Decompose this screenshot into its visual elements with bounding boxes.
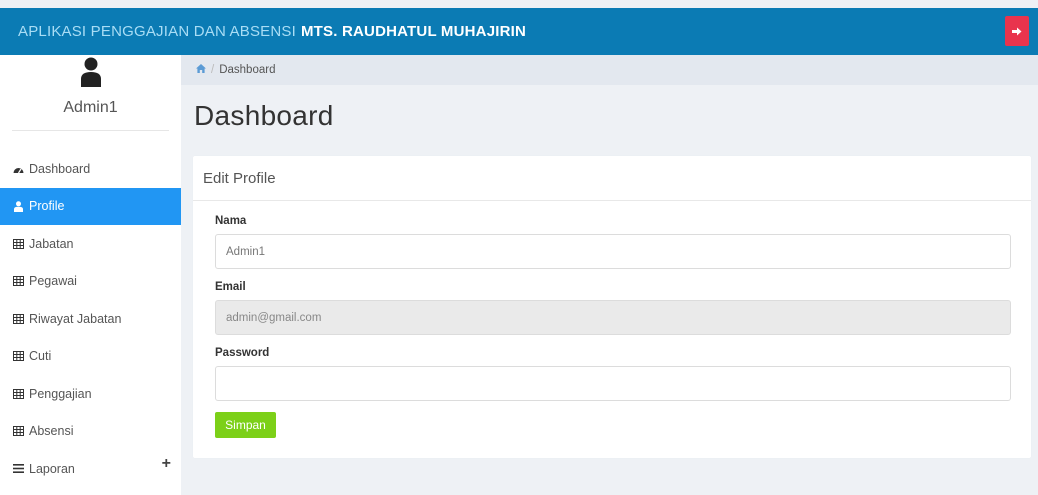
sidebar-item-label: Dashboard [29, 161, 91, 176]
table-icon [13, 313, 24, 324]
sidebar-item-absensi[interactable]: Absensi [0, 413, 181, 451]
sidebar-item-dashboard[interactable]: Dashboard [0, 150, 181, 188]
app-title-prefix: APLIKASI PENGGAJIAN DAN ABSENSI [18, 23, 296, 40]
sidebar-item-label: Pegawai [29, 274, 77, 289]
sidebar: Admin1 Dashboard Profile Jabatan Pegawai [0, 55, 181, 495]
app-title: APLIKASI PENGGAJIAN DAN ABSENSI MTS. RAUD… [18, 23, 526, 40]
password-label: Password [215, 347, 270, 359]
table-icon [13, 388, 24, 399]
edit-profile-card: Edit Profile Nama Admin1 Email admin@gma… [193, 156, 1031, 458]
sidebar-item-label: Profile [29, 199, 65, 214]
sidebar-item-laporan[interactable]: Laporan + [0, 450, 181, 488]
sidebar-item-jabatan[interactable]: Jabatan [0, 225, 181, 263]
table-icon [13, 426, 24, 437]
sidebar-menu: Dashboard Profile Jabatan Pegawai Riwaya… [0, 150, 181, 488]
profile-form: Nama Admin1 Email admin@gmail.com Passwo… [193, 201, 1031, 438]
user-name: Admin1 [63, 99, 118, 116]
email-label: Email [215, 281, 246, 293]
sidebar-item-label: Laporan [29, 461, 75, 476]
nama-label: Nama [215, 215, 247, 227]
table-icon [13, 238, 24, 249]
sidebar-item-penggajian[interactable]: Penggajian [0, 375, 181, 413]
page-title: Dashboard [194, 100, 334, 131]
sidebar-item-label: Absensi [29, 424, 74, 439]
sidebar-item-label: Jabatan [29, 236, 74, 251]
breadcrumb-current: Dashboard [219, 64, 276, 76]
sidebar-item-label: Cuti [29, 349, 52, 364]
sidebar-item-riwayat-jabatan[interactable]: Riwayat Jabatan [0, 300, 181, 338]
user-icon [80, 57, 101, 87]
sidebar-item-label: Riwayat Jabatan [29, 311, 122, 326]
sign-out-icon [1012, 27, 1022, 35]
bars-icon [13, 463, 24, 474]
user-icon [13, 201, 24, 212]
breadcrumb-separator: / [211, 64, 215, 76]
home-icon[interactable] [196, 64, 206, 76]
school-name: MTS. RAUDHATUL MUHAJIRIN [300, 23, 527, 40]
password-field[interactable] [215, 366, 1011, 401]
breadcrumb: / Dashboard [181, 55, 1038, 85]
save-button[interactable]: Simpan [215, 412, 276, 438]
dashboard-icon [13, 163, 24, 174]
sidebar-item-cuti[interactable]: Cuti [0, 338, 181, 376]
sidebar-item-label: Penggajian [29, 386, 92, 401]
logout-button[interactable] [1005, 16, 1029, 46]
sidebar-item-profile[interactable]: Profile [0, 187, 181, 225]
top-navbar: APLIKASI PENGGAJIAN DAN ABSENSI MTS. RAUD… [0, 8, 1038, 55]
email-field: admin@gmail.com [215, 300, 1011, 335]
nama-field[interactable]: Admin1 [215, 234, 1011, 269]
table-icon [13, 276, 24, 287]
sidebar-item-pegawai[interactable]: Pegawai [0, 263, 181, 301]
card-title: Edit Profile [193, 156, 1031, 201]
user-panel: Admin1 [12, 55, 169, 131]
table-icon [13, 351, 24, 362]
expand-plus-icon[interactable]: + [162, 455, 171, 473]
